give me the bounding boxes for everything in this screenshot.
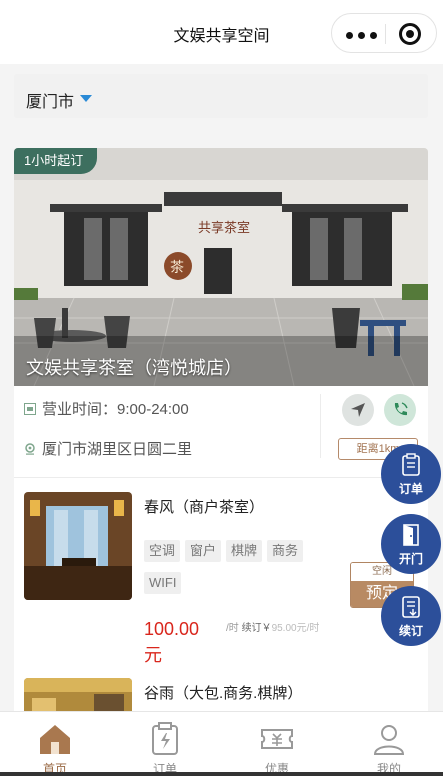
- shop-address-text: 厦门市湖里区日圆二里: [42, 441, 193, 458]
- open-door-fab-label: 开门: [398, 552, 423, 566]
- shop-name: 文娱共享茶室（湾悦城店）: [26, 358, 242, 378]
- home-indicator: [0, 772, 443, 776]
- price-unit-text: /时: [226, 623, 239, 634]
- renew-fab-label: 续订: [398, 624, 423, 638]
- room-interior-image: [24, 678, 132, 711]
- orders-fab[interactable]: 订单: [381, 444, 441, 504]
- business-hours: 营业时间：9:00-24:00: [24, 398, 189, 419]
- order-clipboard-icon: [152, 722, 178, 755]
- amenity-tag: 棋牌: [226, 540, 263, 562]
- room-price: 100.00元: [144, 619, 200, 665]
- tab-orders[interactable]: 订单: [110, 712, 220, 776]
- open-door-fab[interactable]: 开门: [381, 514, 441, 574]
- more-options-icon[interactable]: [346, 32, 378, 39]
- room-item[interactable]: 春风（商户茶室） 空调 窗户 棋牌 商务 WIFI 100.00元 /时 续订￥95.0…: [14, 492, 428, 678]
- miniprogram-capsule: [331, 13, 437, 53]
- bottom-tab-bar: 首页 订单 优惠 我的: [0, 711, 443, 776]
- home-icon: [40, 725, 70, 754]
- call-button[interactable]: [384, 394, 416, 426]
- amenity-list: 空调 窗户 棋牌 商务 WIFI: [144, 540, 334, 604]
- price-unit: /时 续订￥95.00元/时: [226, 622, 326, 636]
- svg-text:茶: 茶: [170, 259, 184, 275]
- svg-text:共享茶室: 共享茶室: [198, 220, 250, 235]
- room-photo[interactable]: [24, 492, 132, 600]
- city-name: 厦门市: [26, 94, 75, 111]
- navigate-button[interactable]: [342, 394, 374, 426]
- min-booking-tag: 1小时起订: [14, 148, 98, 174]
- amenity-tag: 窗户: [185, 540, 222, 562]
- caret-down-icon: [80, 95, 92, 102]
- room-interior-image: [24, 492, 132, 600]
- user-icon: [373, 725, 405, 755]
- renew-price-label: 续订￥: [241, 623, 272, 634]
- city-selector[interactable]: 厦门市: [14, 74, 428, 118]
- business-hours-text: 营业时间：9:00-24:00: [42, 401, 189, 418]
- phone-icon: [394, 402, 408, 416]
- clipboard-icon: [402, 453, 420, 476]
- renew-price-value: 95.00元/时: [271, 623, 320, 634]
- coupon-icon: [261, 729, 293, 749]
- close-miniprogram-icon[interactable]: [399, 23, 421, 45]
- title-bar: 文娱共享空间: [0, 0, 443, 64]
- shop-card[interactable]: 共享茶室 茶 1小时起订 文娱共享茶室（湾悦城店） 营业时间：9:00-24:0…: [14, 148, 428, 711]
- tab-coupons[interactable]: 优惠: [222, 712, 332, 776]
- navigation-arrow-icon: [351, 403, 365, 417]
- room-name: 春风（商户茶室）: [144, 499, 265, 516]
- shop-list[interactable]: 共享茶室 茶 1小时起订 文娱共享茶室（湾悦城店） 营业时间：9:00-24:0…: [0, 128, 443, 711]
- capsule-divider: [385, 24, 386, 44]
- clock-icon: [24, 402, 36, 415]
- room-photo[interactable]: [24, 678, 132, 711]
- location-pin-icon: [24, 442, 36, 455]
- amenity-tag: WIFI: [144, 572, 182, 594]
- door-icon: [403, 524, 419, 546]
- shop-address: 厦门市湖里区日圆二里: [24, 438, 192, 459]
- amenity-tag: 商务: [267, 540, 304, 562]
- renew-fab[interactable]: 续订: [381, 586, 441, 646]
- room-name: 谷雨（大包.商务.棋牌）: [144, 685, 303, 702]
- info-divider: [320, 394, 321, 458]
- shop-photo[interactable]: 共享茶室 茶 1小时起订 文娱共享茶室（湾悦城店）: [14, 148, 428, 386]
- tab-home[interactable]: 首页: [0, 712, 110, 776]
- document-download-icon: [402, 596, 420, 618]
- orders-fab-label: 订单: [398, 482, 423, 496]
- tab-mine[interactable]: 我的: [334, 712, 443, 776]
- amenity-tag: 空调: [144, 540, 181, 562]
- tea-house-storefront-image: 共享茶室 茶: [14, 148, 428, 386]
- shop-info: 营业时间：9:00-24:00 厦门市湖里区日圆二里 距离1km: [14, 386, 428, 478]
- room-item[interactable]: 谷雨（大包.商务.棋牌）: [14, 678, 428, 711]
